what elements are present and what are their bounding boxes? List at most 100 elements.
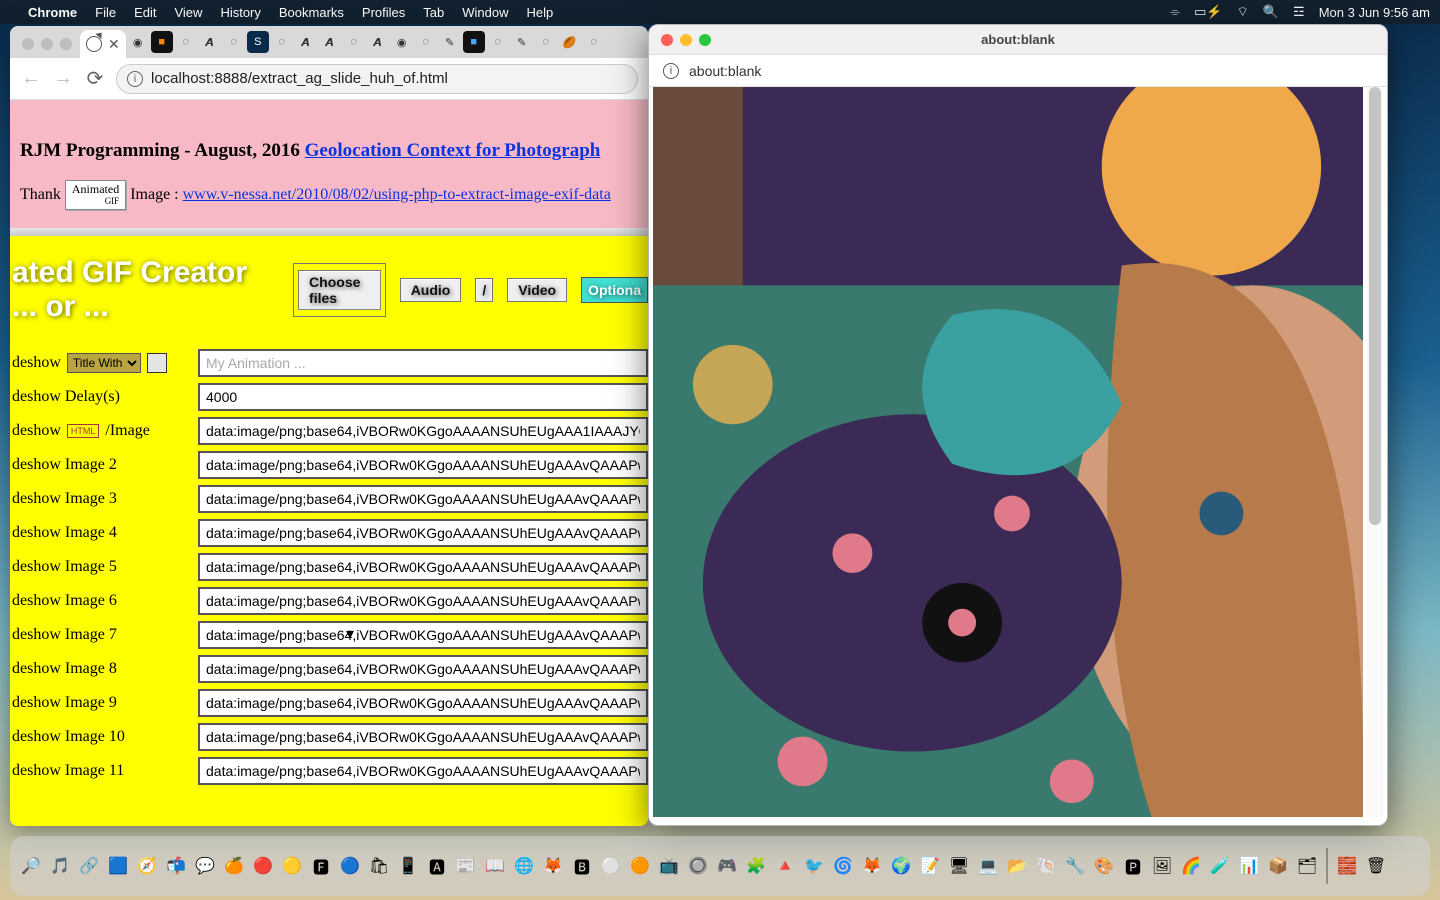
menu-bookmarks[interactable]: Bookmarks — [279, 5, 344, 20]
dock-app[interactable]: 📝 — [917, 847, 943, 885]
dock-app[interactable]: 📊 — [1236, 847, 1262, 885]
bg-tab[interactable]: 𝘼 — [295, 31, 317, 53]
dock-app[interactable]: 🖥 — [946, 847, 972, 885]
bg-tab[interactable]: 𝘼 — [319, 31, 341, 53]
dock-app[interactable]: 🎨 — [1091, 847, 1117, 885]
dock-app[interactable]: 🧱 — [1334, 847, 1360, 885]
bg-tab[interactable]: 𝘼 — [199, 31, 221, 53]
dock-app[interactable]: 🦊 — [859, 847, 885, 885]
dock-app[interactable]: 🗂 — [1294, 847, 1320, 885]
dock-app[interactable]: 🎮 — [714, 847, 740, 885]
dock-app[interactable]: 🎵 — [47, 847, 73, 885]
popup-site-info-icon[interactable]: i — [663, 63, 679, 79]
audio-button[interactable]: Audio — [400, 278, 462, 302]
active-tab[interactable]: ✕ — [80, 30, 126, 58]
window-minimize[interactable] — [41, 38, 53, 50]
dock-app[interactable]: 🔎 — [18, 847, 44, 885]
bg-tab[interactable]: ✎ — [511, 31, 533, 53]
bg-tab[interactable]: ■ — [463, 31, 485, 53]
dock-app[interactable]: 🍊 — [221, 847, 247, 885]
bg-tab[interactable]: ◌ — [415, 31, 437, 53]
bg-tab[interactable]: ◌ — [271, 31, 293, 53]
menubar-clock[interactable]: Mon 3 Jun 9:56 am — [1319, 5, 1430, 20]
menu-history[interactable]: History — [220, 5, 260, 20]
dock-app[interactable]: 📱 — [395, 847, 421, 885]
bg-tab[interactable]: ◌ — [175, 31, 197, 53]
bg-tab[interactable]: ◌ — [223, 31, 245, 53]
battery-icon[interactable]: ▭⚡ — [1194, 4, 1222, 20]
title-input[interactable] — [198, 349, 648, 377]
back-button[interactable]: ← — [20, 67, 42, 90]
dock-app[interactable]: 📰 — [453, 847, 479, 885]
tab-close-icon[interactable]: ✕ — [108, 36, 120, 53]
menu-tab[interactable]: Tab — [423, 5, 444, 20]
bg-tab[interactable]: ◉ — [127, 31, 149, 53]
dock-app[interactable]: 🟡 — [279, 847, 305, 885]
bg-tab[interactable]: ◉ — [391, 31, 413, 53]
scrollbar-thumb[interactable] — [1369, 87, 1381, 525]
image-url-input[interactable] — [198, 587, 648, 615]
dock-app[interactable]: 🔗 — [76, 847, 102, 885]
dock-app[interactable]: 🌍 — [888, 847, 914, 885]
bg-tab[interactable]: ◌ — [535, 31, 557, 53]
geolocation-link[interactable]: Geolocation Context for Photograph — [305, 140, 601, 161]
control-center-icon[interactable]: ☲ — [1293, 4, 1305, 20]
bg-tab[interactable]: ◌ — [343, 31, 365, 53]
bluetooth-icon[interactable]: ⌯ — [1170, 4, 1180, 20]
image-url-input[interactable] — [198, 757, 648, 785]
window-close[interactable] — [22, 38, 34, 50]
bg-tab[interactable]: ◌ — [583, 31, 605, 53]
dock-app[interactable]: 🧩 — [743, 847, 769, 885]
dock-app[interactable]: 📂 — [1004, 847, 1030, 885]
dock-app[interactable]: 📖 — [482, 847, 508, 885]
optional-button[interactable]: Optiona — [581, 277, 648, 303]
dock-app[interactable]: 🔵 — [337, 847, 363, 885]
image-url-input[interactable] — [198, 621, 648, 649]
bg-tab[interactable]: ◌ — [487, 31, 509, 53]
menubar-app-name[interactable]: Chrome — [28, 5, 77, 20]
image-url-input[interactable] — [198, 689, 648, 717]
dock-app[interactable]: 📬 — [163, 847, 189, 885]
dock-app[interactable]: 🌐 — [511, 847, 537, 885]
bg-tab[interactable]: S — [247, 31, 269, 53]
dock-app[interactable]: 💻 — [975, 847, 1001, 885]
dock-app[interactable]: 🌀 — [830, 847, 856, 885]
dock-app[interactable]: 🖼 — [1149, 847, 1175, 885]
dock-app[interactable]: 🟠 — [627, 847, 653, 885]
video-button[interactable]: Video — [507, 278, 567, 302]
title-select[interactable]: Title With — [67, 353, 141, 373]
dock-app[interactable]: 🔧 — [1062, 847, 1088, 885]
wifi-icon[interactable]: ⌔ — [1237, 4, 1249, 20]
menu-edit[interactable]: Edit — [134, 5, 156, 20]
image-url-input[interactable] — [198, 417, 648, 445]
menu-file[interactable]: File — [95, 5, 116, 20]
dock-app[interactable]: 🧪 — [1207, 847, 1233, 885]
dock-app[interactable]: 🛍 — [366, 847, 392, 885]
popup-scrollbar[interactable] — [1367, 87, 1383, 817]
image-url-input[interactable] — [198, 519, 648, 547]
dock-app[interactable]: ⚪ — [598, 847, 624, 885]
dock-app[interactable]: 🅰 — [424, 847, 450, 885]
dock-app[interactable]: 🧭 — [134, 847, 160, 885]
dock-app[interactable]: 🗑 — [1363, 847, 1389, 885]
forward-button[interactable]: → — [52, 67, 74, 90]
dock-app[interactable]: 🌈 — [1178, 847, 1204, 885]
bg-tab[interactable]: ✎ — [439, 31, 461, 53]
image-url-input[interactable] — [198, 451, 648, 479]
menu-window[interactable]: Window — [462, 5, 508, 20]
html-badge[interactable]: HTML — [67, 424, 100, 438]
image-url-input[interactable] — [198, 723, 648, 751]
dock-app[interactable]: 🅵 — [308, 847, 334, 885]
image-url-input[interactable] — [198, 655, 648, 683]
menu-help[interactable]: Help — [527, 5, 554, 20]
dock-app[interactable]: 🟦 — [105, 847, 131, 885]
dock-app[interactable]: 🅱 — [569, 847, 595, 885]
dock-app[interactable]: 🅿 — [1120, 847, 1146, 885]
delay-input[interactable] — [198, 383, 648, 411]
slash-button[interactable]: / — [475, 278, 493, 302]
reload-button[interactable]: ⟳ — [84, 66, 106, 91]
spotlight-icon[interactable]: 🔍 — [1263, 4, 1279, 20]
choose-files-button[interactable]: Choose files — [298, 270, 381, 310]
dock-app[interactable]: 📦 — [1265, 847, 1291, 885]
thanks-link[interactable]: www.v-nessa.net/2010/08/02/using-php-to-… — [183, 186, 611, 204]
